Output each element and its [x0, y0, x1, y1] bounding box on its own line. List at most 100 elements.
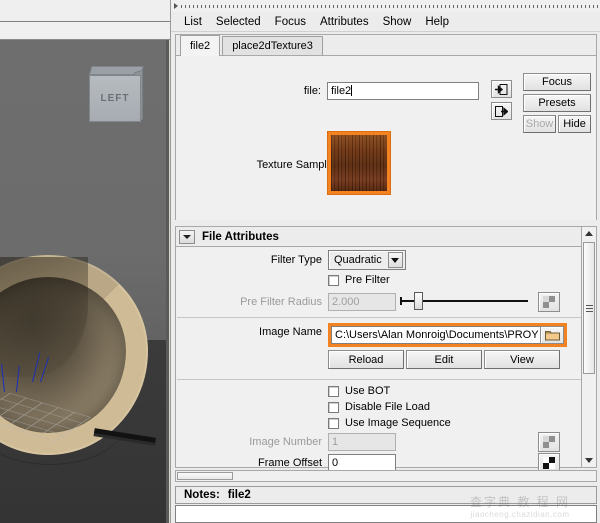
output-connection-glyph	[495, 105, 508, 117]
pre-filter-radius-map-button[interactable]	[538, 292, 560, 312]
file-attributes-body: Filter Type Quadratic Pre Filter Pre Fil…	[175, 246, 597, 473]
disable-file-load-row[interactable]: Disable File Load	[328, 401, 430, 413]
tab-place2dtexture3[interactable]: place2dTexture3	[222, 36, 323, 55]
image-name-label: Image Name	[259, 326, 322, 338]
drag-dots-icon	[181, 4, 598, 8]
folder-glyph	[544, 331, 560, 341]
viewport-subtoolbar	[0, 22, 170, 40]
show-button[interactable]: Show	[523, 115, 556, 133]
use-bot-label: Use BOT	[345, 385, 391, 397]
scroll-up-icon	[585, 231, 593, 236]
input-connection-glyph	[495, 83, 508, 95]
file-attributes-title: File Attributes	[202, 230, 279, 243]
frame-offset-label: Frame Offset	[258, 457, 322, 469]
tab-file2[interactable]: file2	[180, 35, 221, 56]
filter-type-label: Filter Type	[270, 254, 322, 266]
file-name-row: file: file2	[295, 82, 479, 100]
image-name-row: Image Name	[214, 326, 322, 338]
pre-filter-radius-slider[interactable]	[400, 292, 528, 310]
viewport-edge	[166, 40, 169, 523]
use-image-sequence-label: Use Image Sequence	[345, 417, 451, 429]
image-number-map-button[interactable]	[538, 432, 560, 452]
checker-icon	[543, 436, 555, 448]
node-tab-panel: file2 place2dTexture3 file: file2 Focus …	[175, 34, 597, 220]
disable-file-load-label: Disable File Load	[345, 401, 430, 413]
file-label: file:	[303, 85, 321, 97]
texture-sample-swatch[interactable]	[328, 132, 390, 194]
checker-icon	[543, 296, 555, 308]
use-image-sequence-row[interactable]: Use Image Sequence	[328, 417, 451, 429]
use-bot-checkbox[interactable]	[328, 385, 339, 397]
menu-bar: List Selected Focus Attributes Show Help	[171, 12, 600, 32]
notes-label: Notes:	[184, 489, 220, 501]
app-window: LEFT List Selected Focus Attributes Show…	[0, 0, 600, 523]
notes-bar: Notes: file2	[175, 486, 597, 504]
presets-button[interactable]: Presets	[523, 94, 591, 112]
divider	[177, 317, 595, 318]
viewport-canvas[interactable]: LEFT	[0, 40, 169, 523]
collapse-triangle-icon[interactable]	[174, 3, 178, 9]
checker-icon	[543, 457, 555, 469]
folder-icon[interactable]	[540, 326, 564, 344]
menu-item-show[interactable]: Show	[376, 15, 419, 29]
attribute-editor-pane: List Selected Focus Attributes Show Help…	[170, 0, 600, 523]
pre-filter-radius-row: Pre Filter Radius 2.000	[214, 293, 396, 311]
focus-button[interactable]: Focus	[523, 73, 591, 91]
panel-drag-handle[interactable]	[171, 0, 600, 12]
menu-item-help[interactable]: Help	[418, 15, 456, 29]
pre-filter-row[interactable]: Pre Filter	[328, 274, 390, 286]
attributes-vertical-scrollbar[interactable]	[581, 226, 597, 468]
file-attributes-header[interactable]: File Attributes	[175, 226, 597, 246]
hscroll-thumb[interactable]	[177, 472, 233, 480]
notes-node-name: file2	[227, 489, 251, 501]
scroll-down-icon	[585, 458, 593, 463]
chair-model[interactable]	[0, 255, 169, 485]
image-number-row: Image Number 1	[214, 433, 396, 451]
reload-button[interactable]: Reload	[328, 350, 404, 369]
scroll-down-button[interactable]	[582, 454, 596, 467]
scroll-up-button[interactable]	[582, 227, 596, 240]
edit-button[interactable]: Edit	[406, 350, 482, 369]
image-name-highlight: C:\Users\Alan Monroig\Documents\PROY	[328, 323, 567, 347]
filter-type-arrow[interactable]	[387, 252, 403, 268]
scroll-thumb[interactable]	[583, 242, 595, 374]
file-name-value: file2	[331, 85, 352, 97]
chevron-down-icon	[183, 234, 191, 239]
hide-button[interactable]: Hide	[558, 115, 591, 133]
image-name-input[interactable]: C:\Users\Alan Monroig\Documents\PROY	[331, 326, 540, 344]
pre-filter-label: Pre Filter	[345, 274, 390, 286]
use-bot-row[interactable]: Use BOT	[328, 385, 390, 397]
image-number-label: Image Number	[249, 436, 322, 448]
output-connection-icon[interactable]	[491, 102, 512, 120]
chevron-down-icon	[391, 257, 400, 263]
view-button[interactable]: View	[484, 350, 560, 369]
menu-item-focus[interactable]: Focus	[268, 15, 313, 29]
texture-sample-image	[331, 135, 387, 191]
scroll-grip-icon	[585, 304, 593, 312]
view-cube[interactable]: LEFT	[89, 66, 144, 123]
filter-type-value: Quadratic	[334, 254, 382, 266]
notes-textarea[interactable]	[175, 505, 597, 523]
slider-thumb[interactable]	[414, 292, 423, 310]
file-name-input[interactable]: file2	[327, 82, 479, 100]
filter-type-row: Filter Type Quadratic	[214, 250, 406, 270]
tab-strip: file2 place2dTexture3	[176, 35, 596, 56]
view-cube-label: LEFT	[89, 75, 141, 122]
filter-type-dropdown[interactable]: Quadratic	[328, 250, 406, 270]
input-connection-icon[interactable]	[491, 80, 512, 98]
divider	[177, 379, 595, 380]
section-collapse-arrow[interactable]	[179, 229, 195, 244]
disable-file-load-checkbox[interactable]	[328, 401, 339, 413]
use-image-sequence-checkbox[interactable]	[328, 417, 339, 429]
menu-item-selected[interactable]: Selected	[209, 15, 268, 29]
vertex-normals	[0, 350, 62, 398]
pre-filter-radius-input[interactable]: 2.000	[328, 293, 396, 311]
viewport-toolbar	[0, 0, 170, 22]
pre-filter-radius-label: Pre Filter Radius	[240, 296, 322, 308]
tab-body: file: file2 Focus Presets Show Hide Text…	[176, 56, 596, 220]
pre-filter-checkbox[interactable]	[328, 274, 339, 286]
menu-item-attributes[interactable]: Attributes	[313, 15, 376, 29]
image-number-input[interactable]: 1	[328, 433, 396, 451]
attributes-horizontal-scrollbar[interactable]	[175, 470, 597, 482]
menu-item-list[interactable]: List	[177, 15, 209, 29]
